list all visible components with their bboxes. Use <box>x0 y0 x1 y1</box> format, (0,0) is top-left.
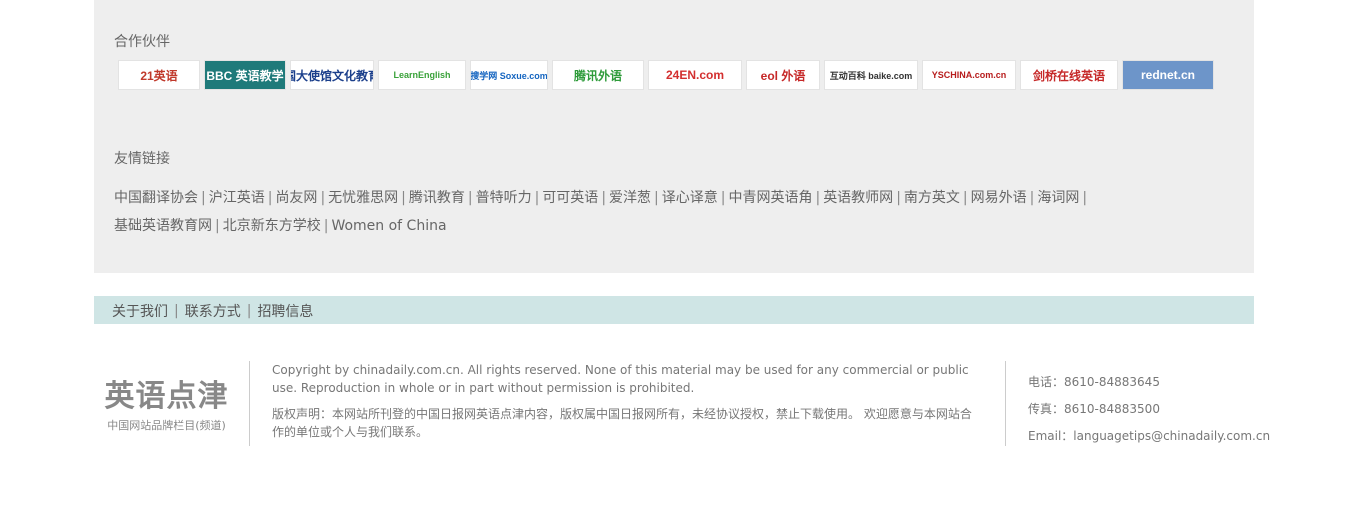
partner-logo[interactable]: LearnEnglish <box>378 60 466 90</box>
link-separator: | <box>401 190 406 206</box>
partners-title: 合作伙伴 <box>114 34 170 50</box>
link-separator: | <box>467 190 473 206</box>
friend-link[interactable]: 爱洋葱 <box>609 190 651 206</box>
partner-logo[interactable]: 腾讯外语 <box>552 60 644 90</box>
partner-logos: 21英语BBC 英语教学英国大使馆文化教育处LearnEnglish搜学网 So… <box>118 60 1214 90</box>
partner-logo[interactable]: 21英语 <box>118 60 200 90</box>
link-separator: | <box>1082 190 1088 206</box>
friend-link[interactable]: 可可英语 <box>542 190 598 206</box>
friend-link[interactable]: 沪江英语 <box>209 190 265 206</box>
friend-link[interactable]: 网易外语 <box>971 190 1027 206</box>
link-separator: | <box>896 190 901 206</box>
brand[interactable]: 英语点津 中国网站品牌栏目(频道) <box>94 371 239 433</box>
friend-link[interactable]: 尚友网 <box>275 190 317 206</box>
partner-logo[interactable]: rednet.cn <box>1122 60 1214 90</box>
brand-logo: 英语点津 <box>104 379 229 414</box>
friend-link[interactable]: 中国翻译协会 <box>114 190 198 206</box>
link-separator: | <box>720 190 726 206</box>
link-separator: | <box>534 190 540 206</box>
friend-link[interactable]: 英语教师网 <box>823 190 893 206</box>
partner-logo[interactable]: 英国大使馆文化教育处 <box>290 60 374 90</box>
friend-link[interactable]: 南方英文 <box>904 190 960 206</box>
partner-logo[interactable]: BBC 英语教学 <box>204 60 286 90</box>
bottom-nav-link[interactable]: 联系方式 <box>185 301 241 321</box>
friend-link[interactable]: 海词网 <box>1037 190 1079 206</box>
contact-email[interactable]: Email：languagetips@chinadaily.com.cn <box>1028 423 1270 450</box>
bottom-nav-bar: 关于我们 | 联系方式 | 招聘信息 <box>94 296 1254 324</box>
partner-logo[interactable]: 搜学网 Soxue.com <box>470 60 548 90</box>
divider <box>1005 361 1006 446</box>
partner-logo[interactable]: YSCHINA.com.cn <box>922 60 1016 90</box>
friend-link[interactable]: 无忧雅思网 <box>328 190 398 206</box>
footer-links-panel: 合作伙伴 21英语BBC 英语教学英国大使馆文化教育处LearnEnglish搜… <box>94 0 1254 273</box>
friend-link[interactable]: 北京新东方学校 <box>223 218 321 234</box>
copyright-statement: 版权声明：本网站所刊登的中国日报网英语点津内容，版权属中国日报网所有，未经协议授… <box>272 407 972 439</box>
link-separator: | <box>601 190 607 206</box>
friend-links-title: 友情链接 <box>114 151 170 167</box>
friend-link[interactable]: Women of China <box>331 218 446 234</box>
link-separator: | <box>201 190 206 206</box>
partner-logo[interactable]: 剑桥在线英语 <box>1020 60 1118 90</box>
nav-separator: | <box>174 303 179 319</box>
contact-info: 电话：8610-84883645 传真：8610-84883500 Email：… <box>1028 369 1270 450</box>
link-separator: | <box>267 190 273 206</box>
bottom-nav-link[interactable]: 关于我们 <box>112 301 168 321</box>
brand-subtitle: 中国网站品牌栏目(频道) <box>107 419 226 432</box>
friend-link[interactable]: 腾讯教育 <box>409 190 465 206</box>
bottom-nav: 关于我们 | 联系方式 | 招聘信息 <box>112 301 313 321</box>
link-separator: | <box>962 190 968 206</box>
friend-link[interactable]: 译心译意 <box>662 190 718 206</box>
link-separator: | <box>215 218 220 234</box>
link-separator: | <box>815 190 821 206</box>
friend-link[interactable]: 基础英语教育网 <box>114 218 212 234</box>
friend-link[interactable]: 普特听力 <box>476 190 532 206</box>
divider <box>249 361 250 446</box>
link-separator: | <box>654 190 659 206</box>
friend-link[interactable]: 中青网英语角 <box>728 190 812 206</box>
copyright-block: Copyright by chinadaily.com.cn. All righ… <box>272 361 982 449</box>
contact-phone: 电话：8610-84883645 <box>1028 375 1160 389</box>
contact-fax: 传真：8610-84883500 <box>1028 402 1160 416</box>
nav-separator: | <box>246 303 252 319</box>
link-separator: | <box>323 218 329 234</box>
copyright-text: Copyright by chinadaily.com.cn. All righ… <box>272 363 969 395</box>
bottom-nav-link[interactable]: 招聘信息 <box>257 301 313 321</box>
partner-logo[interactable]: 互动百科 baike.com <box>824 60 918 90</box>
link-separator: | <box>1029 190 1035 206</box>
friend-links: 中国翻译协会 | 沪江英语 | 尚友网 | 无忧雅思网 | 腾讯教育 | 普特听力 | 可可英语 | 爱洋葱… <box>114 184 1194 240</box>
site-footer: 英语点津 中国网站品牌栏目(频道) Copyright by chinadail… <box>94 361 1270 449</box>
link-separator: | <box>320 190 326 206</box>
partner-logo[interactable]: eol 外语 <box>746 60 820 90</box>
partner-logo[interactable]: 24EN.com <box>648 60 742 90</box>
